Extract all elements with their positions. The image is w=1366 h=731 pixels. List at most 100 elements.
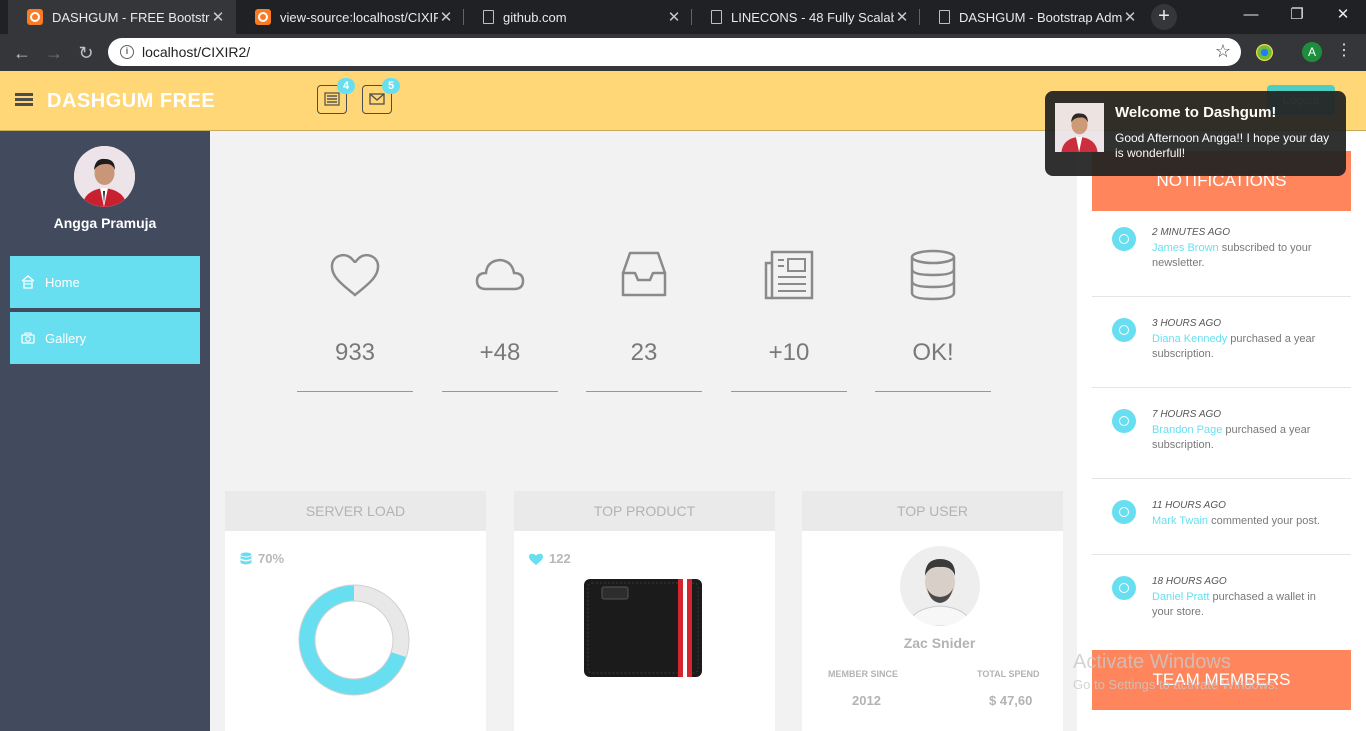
stat-divider: [297, 391, 413, 392]
member-since-label: MEMBER SINCE: [828, 669, 899, 679]
notification-user-link[interactable]: Brandon Page: [1152, 424, 1222, 436]
tab-title: github.com: [503, 9, 567, 25]
clock-icon: [1112, 500, 1136, 524]
messages-button[interactable]: 5: [362, 78, 400, 114]
top-user-panel: TOP USER Zac Snider MEMBER SINCE TOTAL S…: [802, 491, 1063, 731]
close-icon[interactable]: ✕: [1122, 8, 1138, 26]
stat-divider: [442, 391, 558, 392]
minimize-icon[interactable]: —: [1228, 0, 1274, 30]
stat-cloud: +48: [442, 249, 558, 392]
notification-text: James Brown subscribed to your newslette…: [1152, 242, 1312, 269]
tasks-button[interactable]: 4: [317, 78, 355, 114]
right-column: NOTIFICATIONS 2 MINUTES AGO James Brown …: [1077, 131, 1366, 731]
notification-user-link[interactable]: James Brown: [1152, 242, 1219, 254]
clock-icon: [1112, 227, 1136, 251]
messages-badge: 5: [382, 78, 400, 94]
server-load-meta: 70%: [240, 551, 284, 566]
sidebar: Angga Pramuja Home Gallery: [0, 131, 210, 731]
home-icon: [21, 275, 35, 289]
notification-time: 7 HOURS AGO: [1152, 409, 1222, 420]
tab-linecons[interactable]: LINECONS - 48 Fully Scalable V ✕: [692, 0, 920, 34]
toast-avatar: [1055, 103, 1104, 152]
sidebar-item-home[interactable]: Home: [10, 256, 200, 308]
notification-user-link[interactable]: Daniel Pratt: [1152, 591, 1209, 603]
xampp-icon: [255, 9, 271, 25]
avatar[interactable]: [74, 146, 135, 207]
panel-title: SERVER LOAD: [225, 491, 486, 531]
stat-likes: 933: [297, 249, 413, 392]
tab-title: view-source:localhost/CIXIR2/: [280, 9, 438, 25]
database-icon: [240, 552, 252, 564]
top-product-meta[interactable]: 122: [529, 551, 571, 566]
inbox-icon: [621, 251, 667, 297]
browser-menu-icon[interactable]: ⋮: [1336, 40, 1352, 60]
database-icon: [910, 249, 956, 301]
notification-text: Diana Kennedy purchased a year subscript…: [1152, 333, 1316, 360]
stat-divider: [875, 391, 991, 392]
extension-icon[interactable]: [1256, 44, 1273, 61]
tab-title: DASHGUM - Bootstrap Admin: [959, 9, 1122, 25]
close-icon[interactable]: ✕: [894, 8, 910, 26]
stat-database: OK!: [875, 249, 991, 392]
toast-message: Good Afternoon Angga!! I hope your day i…: [1115, 131, 1330, 160]
notification-user-link[interactable]: Mark Twain: [1152, 515, 1208, 527]
url-input[interactable]: i localhost/CIXIR2/ ☆: [108, 38, 1241, 66]
news-icon: [764, 250, 814, 300]
back-arrow-icon[interactable]: ←: [9, 40, 35, 66]
welcome-toast[interactable]: Welcome to Dashgum! Good Afternoon Angga…: [1045, 91, 1346, 176]
top-user-name: Zac Snider: [903, 635, 976, 651]
notification-time: 18 HOURS AGO: [1152, 576, 1227, 587]
user-name: Angga Pramuja: [53, 215, 157, 231]
notification-user-link[interactable]: Diana Kennedy: [1152, 333, 1227, 345]
activate-windows-subtext: Go to Settings to activate Windows.: [1073, 677, 1279, 692]
stat-divider: [586, 391, 702, 392]
browser-tab-bar: DASHGUM - FREE Bootstrap Ad ✕ view-sourc…: [0, 0, 1366, 34]
notification-item: 2 MINUTES AGO James Brown subscribed to …: [1092, 227, 1351, 297]
tab-github[interactable]: github.com ✕: [464, 0, 692, 34]
page-icon: [939, 10, 950, 24]
stat-value: OK!: [912, 339, 954, 366]
profile-avatar[interactable]: A: [1302, 42, 1322, 62]
sidebar-item-label: Gallery: [45, 330, 87, 346]
close-icon[interactable]: ✕: [210, 8, 226, 26]
envelope-icon: [369, 93, 385, 105]
panel-title: TOP PRODUCT: [514, 491, 775, 531]
xampp-icon: [27, 9, 43, 25]
new-tab-button[interactable]: +: [1151, 4, 1177, 30]
clock-icon: [1112, 409, 1136, 433]
stat-inbox: 23: [586, 249, 702, 392]
notification-item: 18 HOURS AGO Daniel Pratt purchased a wa…: [1092, 576, 1351, 646]
hamburger-menu-icon[interactable]: [15, 93, 33, 107]
activate-windows-watermark: Activate Windows: [1073, 651, 1231, 673]
likes-count: 122: [549, 551, 571, 566]
tab-title: DASHGUM - FREE Bootstrap Ad: [52, 9, 210, 25]
info-icon[interactable]: i: [120, 45, 134, 59]
notification-time: 11 HOURS AGO: [1152, 500, 1226, 511]
wallet-image[interactable]: [582, 577, 706, 681]
tasks-icon: [324, 92, 340, 106]
stat-news: +10: [731, 249, 847, 392]
tab-dashgum-admin[interactable]: DASHGUM - Bootstrap Admin ✕: [920, 0, 1148, 34]
total-spend-label: TOTAL SPEND: [977, 669, 1040, 679]
window-close-icon[interactable]: ✕: [1320, 0, 1366, 30]
notification-item: 7 HOURS AGO Brandon Page purchased a yea…: [1092, 409, 1351, 479]
brand-logo[interactable]: DASHGUM FREE: [47, 90, 215, 113]
tab-dashgum-free[interactable]: DASHGUM - FREE Bootstrap Ad ✕: [8, 0, 236, 34]
close-icon[interactable]: ✕: [666, 8, 682, 26]
sidebar-item-label: Home: [45, 274, 80, 290]
panel-title: TOP USER: [802, 491, 1063, 531]
page-icon: [483, 10, 494, 24]
forward-arrow-icon[interactable]: →: [41, 40, 67, 66]
address-bar: ← → ↻ i localhost/CIXIR2/ ☆: [0, 34, 1366, 71]
sidebar-item-gallery[interactable]: Gallery: [10, 312, 200, 364]
bookmark-star-icon[interactable]: ☆: [1215, 41, 1231, 62]
close-icon[interactable]: ✕: [438, 8, 454, 26]
reload-icon[interactable]: ↻: [73, 40, 99, 66]
top-user-avatar[interactable]: [900, 546, 980, 626]
total-spend-value: $ 47,60: [989, 693, 1033, 708]
restore-icon[interactable]: ❐: [1274, 0, 1320, 30]
page-icon: [711, 10, 722, 24]
notification-text: Daniel Pratt purchased a wallet in your …: [1152, 591, 1316, 618]
clock-icon: [1112, 576, 1136, 600]
tab-view-source[interactable]: view-source:localhost/CIXIR2/ ✕: [236, 0, 464, 34]
